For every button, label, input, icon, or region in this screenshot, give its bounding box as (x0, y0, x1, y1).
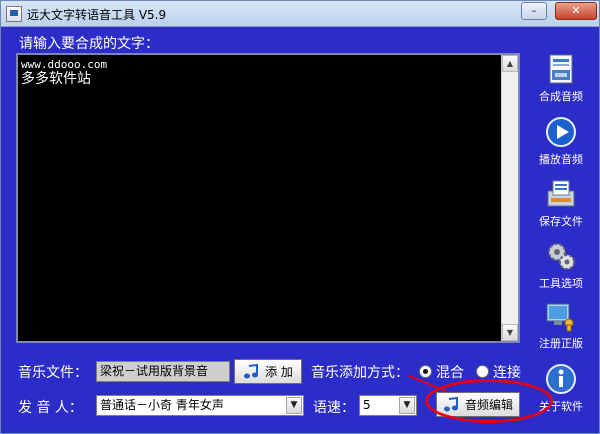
music-file-label: 音乐文件： (18, 365, 88, 381)
chevron-down-icon[interactable]: ▼ (286, 397, 302, 414)
add-music-label: 添 加 (265, 365, 293, 379)
speed-select[interactable]: 5 ▼ (359, 395, 417, 416)
mode-mix-radio[interactable] (419, 365, 432, 378)
text-line-1: www.ddooo.com (21, 58, 108, 71)
scroll-down-arrow-icon[interactable]: ▼ (502, 324, 518, 341)
app-icon (6, 6, 22, 22)
close-button[interactable]: ✕ (555, 2, 597, 20)
speed-selected-value: 5 (363, 398, 371, 412)
input-prompt-label: 请输入要合成的文字： (19, 36, 159, 52)
play-audio-label: 播放音频 (539, 153, 583, 166)
play-icon (546, 117, 576, 147)
minimize-button[interactable]: – (521, 2, 547, 20)
tool-options-button[interactable]: 工具选项 (529, 240, 593, 291)
gears-icon (548, 243, 575, 270)
synthesize-audio-button[interactable]: 合成音频 (529, 53, 593, 104)
mode-concat-radio[interactable] (476, 365, 489, 378)
save-file-label: 保存文件 (539, 215, 583, 228)
speed-label: 语速： (313, 400, 355, 416)
speaker-selected-value: 普通话－小奇 青年女声 (100, 398, 224, 412)
synthesize-audio-label: 合成音频 (539, 90, 583, 103)
audio-file-icon (549, 54, 573, 84)
mode-mix-label: 混合 (436, 365, 464, 381)
text-content: www.ddooo.com 多多软件站 (21, 58, 499, 88)
save-file-icon (547, 180, 575, 207)
window-title: 远大文字转语音工具 V5.9 (27, 8, 167, 22)
register-label: 注册正版 (539, 337, 583, 350)
music-file-field: 梁祝－试用版背景音 (96, 361, 230, 382)
speaker-select[interactable]: 普通话－小奇 青年女声 ▼ (96, 395, 304, 416)
chevron-down-icon[interactable]: ▼ (399, 397, 415, 414)
text-input-area[interactable]: www.ddooo.com 多多软件站 ▲ ▼ (16, 53, 520, 343)
annotation-highlight-ring (425, 379, 553, 423)
title-bar[interactable]: 远大文字转语音工具 V5.9 – ✕ (1, 1, 599, 27)
tool-options-label: 工具选项 (539, 277, 583, 290)
info-icon (546, 364, 576, 394)
speaker-label: 发 音 人： (18, 400, 83, 416)
music-mode-label: 音乐添加方式： (311, 365, 409, 381)
vertical-scrollbar[interactable]: ▲ ▼ (501, 55, 518, 341)
save-file-button[interactable]: 保存文件 (529, 178, 593, 229)
app-window: 远大文字转语音工具 V5.9 – ✕ ddooo.com ddooo.com 请… (0, 0, 600, 434)
scroll-up-arrow-icon[interactable]: ▲ (502, 55, 518, 72)
add-music-button[interactable]: 添 加 (234, 359, 302, 384)
register-button[interactable]: 注册正版 (529, 300, 593, 351)
play-audio-button[interactable]: 播放音频 (529, 116, 593, 167)
text-line-2: 多多软件站 (21, 71, 91, 87)
music-note-icon (244, 363, 259, 378)
register-icon (546, 303, 574, 332)
